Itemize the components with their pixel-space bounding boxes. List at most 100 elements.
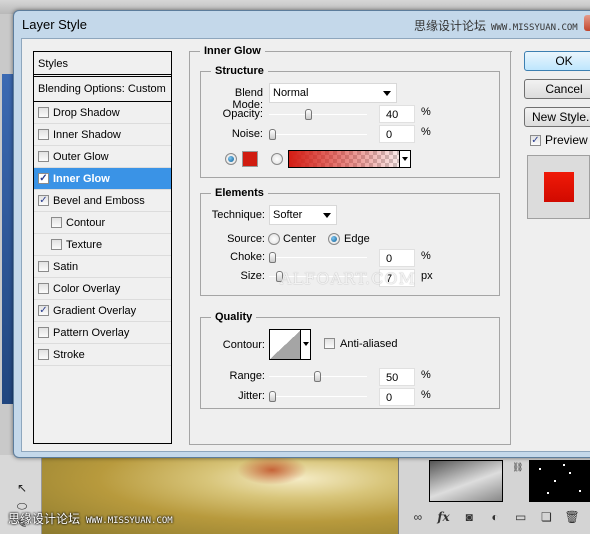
style-item-label: Stroke — [53, 348, 85, 361]
structure-group: Structure Blend Mode: Normal Opacity: 40… — [200, 65, 500, 178]
style-checkbox-checked[interactable]: ✓ — [38, 305, 49, 316]
watermark-url: WWW.MISSYUAN.COM — [86, 516, 173, 526]
dialog-client-area: Styles Blending Options: Custom Drop Sha… — [21, 38, 590, 452]
style-item-label: Texture — [66, 238, 103, 251]
glow-color-swatch[interactable] — [242, 151, 258, 167]
choke-input[interactable]: 0 — [379, 249, 415, 267]
contour-picker[interactable] — [269, 329, 311, 360]
anti-aliased-label[interactable]: Anti-aliased — [340, 338, 397, 350]
style-item-inner-glow[interactable]: ✓ Inner Glow — [34, 168, 171, 190]
folder-icon[interactable]: ▭ — [512, 510, 530, 524]
gradient-radio[interactable] — [271, 153, 283, 165]
style-item-label: Contour — [66, 216, 106, 229]
style-item-bevel-and-emboss[interactable]: ✓ Bevel and Emboss — [34, 190, 171, 212]
style-item-texture[interactable]: Texture — [34, 234, 171, 256]
style-checkbox[interactable] — [51, 239, 62, 250]
styles-header[interactable]: Styles — [34, 52, 171, 77]
style-checkbox[interactable] — [38, 129, 49, 140]
fx-icon[interactable]: fx — [435, 510, 453, 524]
style-item-gradient-overlay[interactable]: ✓ Gradient Overlay — [34, 300, 171, 322]
opacity-slider-thumb[interactable] — [305, 109, 312, 120]
technique-value: Softer — [273, 209, 303, 221]
trash-icon[interactable]: 🗑 — [563, 510, 581, 524]
watermark-cn: 思缘设计论坛 — [414, 19, 487, 33]
layers-panel: ⛓ ∞ fx ◙ ◐ ▭ ❏ 🗑 — [398, 455, 590, 534]
adjustment-icon[interactable]: ◐ — [486, 510, 504, 524]
technique-select[interactable]: Softer — [269, 205, 337, 225]
size-unit: px — [421, 270, 433, 282]
blending-options-item[interactable]: Blending Options: Custom — [34, 77, 171, 102]
style-checkbox[interactable] — [51, 217, 62, 228]
opacity-input[interactable]: 40 — [379, 105, 415, 123]
mask-icon[interactable]: ◙ — [460, 510, 478, 524]
noise-slider-thumb[interactable] — [269, 129, 276, 140]
link-icon[interactable]: ∞ — [409, 510, 427, 524]
preview-label: Preview — [545, 133, 588, 147]
chevron-down-icon[interactable] — [300, 330, 310, 359]
style-checkbox[interactable] — [38, 107, 49, 118]
choke-slider-thumb[interactable] — [269, 252, 276, 263]
jitter-unit: % — [421, 389, 431, 401]
style-checkbox[interactable] — [38, 151, 49, 162]
watermark-top: 思缘设计论坛 WWW.MISSYUAN.COM — [414, 17, 578, 34]
style-checkbox-checked[interactable]: ✓ — [38, 195, 49, 206]
blend-mode-select[interactable]: Normal — [269, 83, 397, 103]
layer-style-dialog: Layer Style 思缘设计论坛 WWW.MISSYUAN.COM Style… — [13, 10, 590, 458]
style-checkbox[interactable] — [38, 327, 49, 338]
gradient-picker[interactable] — [288, 150, 411, 168]
path-selection-tool-icon[interactable]: ↖ — [14, 481, 30, 495]
source-edge-radio[interactable] — [328, 233, 340, 245]
style-item-outer-glow[interactable]: Outer Glow — [34, 146, 171, 168]
source-center-radio[interactable] — [268, 233, 280, 245]
watermark-bottom: 思缘设计论坛 WWW.MISSYUAN.COM — [8, 510, 173, 527]
range-unit: % — [421, 369, 431, 381]
close-button[interactable] — [584, 15, 590, 31]
preview-checkbox[interactable]: ✓ — [530, 134, 541, 146]
jitter-input[interactable]: 0 — [379, 388, 415, 406]
style-item-satin[interactable]: Satin — [34, 256, 171, 278]
style-checkbox-checked[interactable]: ✓ — [38, 173, 49, 184]
layer-thumbnail[interactable] — [429, 460, 503, 502]
opacity-slider[interactable] — [269, 109, 367, 120]
quality-title: Quality — [211, 311, 257, 323]
style-checkbox[interactable] — [38, 349, 49, 360]
opacity-unit: % — [421, 106, 431, 118]
style-item-color-overlay[interactable]: Color Overlay — [34, 278, 171, 300]
inner-glow-title: Inner Glow — [200, 45, 265, 57]
noise-slider[interactable] — [269, 129, 367, 140]
style-item-drop-shadow[interactable]: Drop Shadow — [34, 102, 171, 124]
style-checkbox[interactable] — [38, 283, 49, 294]
jitter-slider[interactable] — [269, 391, 367, 402]
style-item-label: Gradient Overlay — [53, 304, 137, 317]
ok-button[interactable]: OK — [524, 51, 590, 71]
source-edge-label[interactable]: Edge — [344, 233, 370, 245]
style-item-inner-shadow[interactable]: Inner Shadow — [34, 124, 171, 146]
noise-input[interactable]: 0 — [379, 125, 415, 143]
style-item-pattern-overlay[interactable]: Pattern Overlay — [34, 322, 171, 344]
cancel-button[interactable]: Cancel — [524, 79, 590, 99]
elements-title: Elements — [211, 187, 268, 199]
range-input[interactable]: 50 — [379, 368, 415, 386]
source-label: Source: — [227, 233, 265, 245]
solid-color-radio[interactable] — [225, 153, 237, 165]
style-item-label: Pattern Overlay — [53, 326, 130, 339]
choke-slider[interactable] — [269, 252, 367, 263]
chevron-down-icon — [383, 91, 391, 96]
structure-title: Structure — [211, 65, 268, 77]
choke-unit: % — [421, 250, 431, 262]
mask-link-icon[interactable]: ⛓ — [512, 462, 523, 473]
style-checkbox[interactable] — [38, 261, 49, 272]
style-item-stroke[interactable]: Stroke — [34, 344, 171, 366]
contour-label: Contour: — [222, 339, 265, 351]
anti-aliased-checkbox[interactable] — [324, 338, 335, 349]
jitter-slider-thumb[interactable] — [269, 391, 276, 402]
range-slider-thumb[interactable] — [314, 371, 321, 382]
chevron-down-icon[interactable] — [399, 151, 410, 167]
preview-toggle[interactable]: ✓ Preview — [530, 133, 588, 147]
source-center-label[interactable]: Center — [283, 233, 316, 245]
new-layer-icon[interactable]: ❏ — [537, 510, 555, 524]
layer-mask-thumbnail[interactable] — [529, 460, 590, 502]
style-item-contour[interactable]: Contour — [34, 212, 171, 234]
range-slider[interactable] — [269, 371, 367, 382]
new-style-button[interactable]: New Style... — [524, 107, 590, 127]
